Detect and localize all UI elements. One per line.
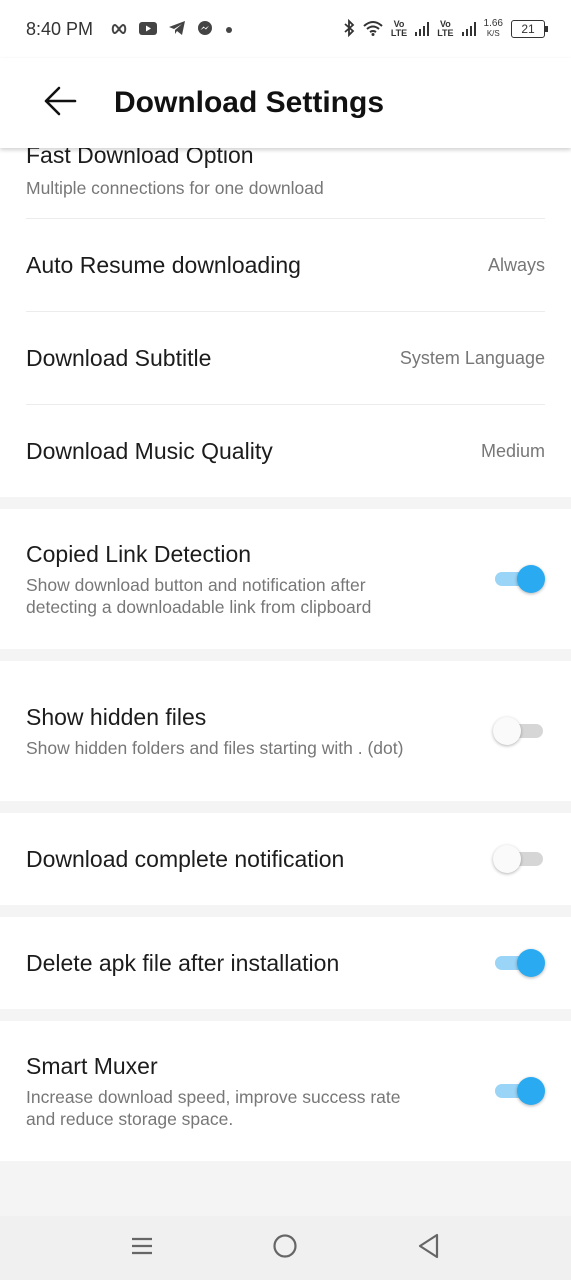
app-bar: Download Settings (0, 58, 571, 148)
auto-resume-row[interactable]: Auto Resume downloading Always (0, 219, 571, 311)
smart-muxer-toggle[interactable] (493, 1076, 545, 1106)
copied-link-title: Copied Link Detection (26, 540, 252, 567)
status-time: 8:40 PM (26, 18, 94, 39)
music-quality-row[interactable]: Download Music Quality Medium (0, 405, 571, 497)
fast-download-subtitle: Multiple connections for one download (26, 178, 324, 198)
network-speed: 1.66 K/S (484, 19, 503, 39)
back-button[interactable] (25, 68, 95, 138)
delete-apk-section: Delete apk file after installation (0, 917, 571, 1009)
fast-download-row[interactable]: Fast Download Option Multiple connection… (0, 148, 571, 218)
nav-menu-button[interactable] (112, 1218, 172, 1278)
delete-apk-title: Delete apk file after installation (26, 949, 340, 976)
telegram-icon (169, 21, 186, 37)
smart-muxer-row[interactable]: Smart Muxer Increase download speed, imp… (0, 1021, 571, 1161)
battery-level: 21 (521, 22, 535, 36)
home-circle-icon (272, 1233, 298, 1264)
section-gap (0, 497, 571, 509)
menu-icon (130, 1236, 154, 1261)
auto-resume-value: Always (487, 254, 545, 275)
download-subtitle-title: Download Subtitle (26, 344, 212, 371)
smart-muxer-subtitle: Increase download speed, improve success… (26, 1086, 401, 1129)
copied-link-section: Copied Link Detection Show download butt… (0, 509, 571, 649)
hidden-files-title: Show hidden files (26, 703, 207, 730)
arrow-left-icon (43, 86, 77, 121)
nav-back-button[interactable] (399, 1218, 459, 1278)
complete-notification-row[interactable]: Download complete notification (0, 813, 571, 905)
hidden-files-subtitle: Show hidden folders and files starting w… (26, 737, 404, 758)
page-title: Download Settings (114, 86, 384, 119)
hidden-files-row[interactable]: Show hidden files Show hidden folders an… (0, 661, 571, 801)
triangle-back-icon (417, 1233, 441, 1264)
complete-notification-section: Download complete notification (0, 813, 571, 905)
music-quality-value: Medium (480, 440, 545, 461)
speed-unit: K/S (486, 29, 500, 38)
delete-apk-row[interactable]: Delete apk file after installation (0, 917, 571, 1009)
section-gap (0, 649, 571, 661)
nav-home-button[interactable] (255, 1218, 315, 1278)
settings-list: Fast Download Option Multiple connection… (0, 148, 571, 1161)
fast-download-title: Fast Download Option (26, 148, 254, 168)
infinity-icon (111, 22, 127, 36)
music-quality-title: Download Music Quality (26, 437, 273, 464)
copied-link-toggle[interactable] (493, 564, 545, 594)
smart-muxer-title: Smart Muxer (26, 1052, 158, 1079)
system-nav-bar (0, 1216, 571, 1280)
download-subtitle-value: System Language (399, 347, 545, 368)
youtube-icon (139, 21, 158, 37)
hidden-files-section: Show hidden files Show hidden folders an… (0, 661, 571, 801)
speed-value: 1.66 (483, 18, 503, 29)
copied-link-subtitle: Show download button and notification af… (26, 574, 372, 617)
section-gap (0, 801, 571, 813)
volte-indicator-1: Vo LTE (390, 19, 408, 38)
bluetooth-icon (343, 18, 355, 39)
hidden-files-toggle[interactable] (493, 716, 545, 746)
smart-muxer-section: Smart Muxer Increase download speed, imp… (0, 1021, 571, 1161)
battery-icon: 21 (511, 20, 548, 38)
messenger-icon (197, 20, 213, 38)
section-gap (0, 1009, 571, 1021)
wifi-icon (363, 20, 383, 38)
complete-notification-toggle[interactable] (493, 844, 545, 874)
more-dot-icon (225, 22, 233, 36)
auto-resume-title: Auto Resume downloading (26, 251, 301, 278)
volte-indicator-2: Vo LTE (437, 19, 454, 38)
complete-notification-title: Download complete notification (26, 845, 345, 872)
signal-icon (415, 22, 430, 36)
section-gap (0, 905, 571, 917)
download-subtitle-row[interactable]: Download Subtitle System Language (0, 312, 571, 404)
copied-link-row[interactable]: Copied Link Detection Show download butt… (0, 509, 571, 649)
status-bar: 8:40 PM Vo LTE Vo LTE 1.66 K/S 21 (0, 0, 571, 58)
signal-icon (461, 22, 476, 36)
download-options-section: Fast Download Option Multiple connection… (0, 148, 571, 497)
delete-apk-toggle[interactable] (493, 948, 545, 978)
